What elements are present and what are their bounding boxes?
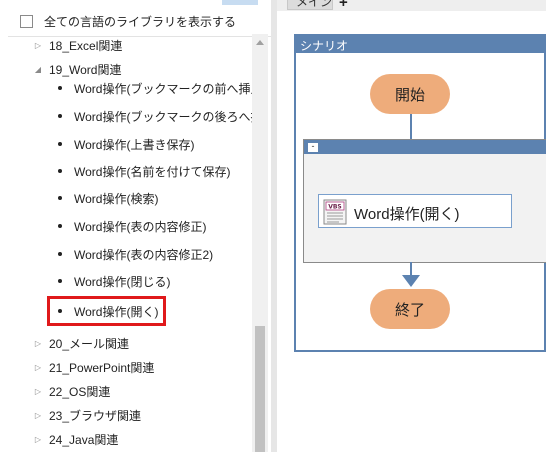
tree-item-label: Word操作(表の内容修正2) — [74, 247, 214, 262]
show-all-languages-checkbox[interactable] — [20, 14, 33, 28]
vbs-script-icon: VBS — [323, 199, 347, 225]
tree-folder-label: 21_PowerPoint関連 — [49, 360, 155, 375]
tree-folder-os[interactable]: ▷ 22_OS関連 — [0, 381, 252, 401]
bullet-icon — [58, 114, 62, 118]
tab-main[interactable]: メイン — [287, 0, 333, 10]
library-tree: ▷ 18_Excel関連 ◢ 19_Word関連 Word操作(ブックマークの前… — [0, 34, 252, 452]
chevron-down-icon[interactable]: ◢ — [33, 64, 43, 74]
scenario-title: シナリオ — [300, 39, 349, 53]
chevron-right-icon[interactable]: ▷ — [33, 386, 43, 396]
scrollbar-thumb[interactable] — [255, 326, 265, 452]
collapse-button[interactable]: - — [307, 142, 319, 153]
tree-item-label: Word操作(閉じる) — [74, 274, 171, 289]
arrow-down-icon — [402, 275, 420, 287]
chevron-right-icon[interactable]: ▷ — [33, 40, 43, 50]
tree-folder-browser[interactable]: ▷ 23_ブラウザ関連 — [0, 405, 252, 425]
bullet-icon — [58, 279, 62, 283]
chevron-right-icon[interactable]: ▷ — [33, 434, 43, 444]
tree-folder-java[interactable]: ▷ 24_Java関連 — [0, 429, 252, 449]
start-node[interactable]: 開始 — [370, 74, 450, 114]
library-scrollbar[interactable] — [252, 34, 268, 452]
tree-folder-label: 20_メール関連 — [49, 336, 130, 351]
tree-folder-excel[interactable]: ▷ 18_Excel関連 — [0, 35, 252, 55]
vbs-icon-text: VBS — [328, 204, 342, 211]
scenario-header: シナリオ — [296, 36, 544, 53]
end-node[interactable]: 終了 — [370, 289, 450, 329]
tree-item-label: Word操作(表の内容修正) — [74, 219, 207, 234]
toolbar-button[interactable] — [222, 0, 258, 5]
scenario-frame: シナリオ 開始 - VBS Word操作(開く) 終了 — [294, 34, 546, 352]
show-all-languages-label: 全ての言語のライブラリを表示する — [44, 14, 237, 29]
tree-item-label: Word操作(名前を付けて保存) — [74, 164, 231, 179]
bullet-icon — [58, 224, 62, 228]
library-toolbar — [0, 0, 271, 6]
bullet-icon — [58, 252, 62, 256]
tree-item-word-insert-before-bookmark[interactable]: Word操作(ブックマークの前へ挿入) — [0, 78, 252, 98]
library-panel: 全ての言語のライブラリを表示する ▷ 18_Excel関連 ◢ 19_Word関… — [0, 0, 271, 452]
tree-item-word-insert-after-bookmark[interactable]: Word操作(ブックマークの後ろへ挿入) — [0, 106, 252, 126]
tree-item-label: Word操作(上書き保存) — [74, 137, 195, 152]
bullet-icon — [58, 142, 62, 146]
tree-item-word-table-edit-2[interactable]: Word操作(表の内容修正2) — [0, 244, 252, 264]
tree-item-label: Word操作(検索) — [74, 191, 159, 206]
tree-folder-powerpoint[interactable]: ▷ 21_PowerPoint関連 — [0, 357, 252, 377]
tree-folder-label: 23_ブラウザ関連 — [49, 408, 142, 423]
action-node-word-open[interactable]: VBS Word操作(開く) — [318, 194, 512, 228]
tree-folder-word[interactable]: ◢ 19_Word関連 — [0, 59, 252, 79]
action-node-label: Word操作(開く) — [354, 206, 460, 223]
tree-item-label: Word操作(ブックマークの前へ挿入) — [74, 81, 252, 96]
chevron-right-icon[interactable]: ▷ — [33, 338, 43, 348]
tree-item-word-save-as[interactable]: Word操作(名前を付けて保存) — [0, 161, 252, 181]
action-group[interactable]: - VBS Word操作(開く) — [303, 139, 546, 263]
action-group-header: - — [304, 140, 546, 154]
tree-item-label: Word操作(ブックマークの後ろへ挿入) — [74, 109, 252, 124]
flow-connector — [410, 114, 412, 139]
bullet-icon — [58, 196, 62, 200]
tab-strip: メイン + — [277, 0, 546, 11]
tree-item-word-search[interactable]: Word操作(検索) — [0, 188, 252, 208]
selection-highlight — [47, 296, 166, 326]
chevron-right-icon[interactable]: ▷ — [33, 410, 43, 420]
chevron-right-icon[interactable]: ▷ — [33, 362, 43, 372]
tree-item-word-save[interactable]: Word操作(上書き保存) — [0, 134, 252, 154]
tree-folder-label: 19_Word関連 — [49, 62, 122, 77]
bullet-icon — [58, 86, 62, 90]
show-all-languages-row[interactable]: 全ての言語のライブラリを表示する — [0, 8, 271, 34]
designer-area: メイン + シナリオ 開始 - VBS Word操作(開く) 終了 — [277, 0, 546, 452]
tree-folder-label: 22_OS関連 — [49, 384, 111, 399]
tree-folder-label: 18_Excel関連 — [49, 38, 123, 53]
tree-item-word-table-edit[interactable]: Word操作(表の内容修正) — [0, 216, 252, 236]
add-tab-button[interactable]: + — [339, 0, 348, 10]
tree-folder-mail[interactable]: ▷ 20_メール関連 — [0, 333, 252, 353]
bullet-icon — [58, 169, 62, 173]
scroll-up-arrow-icon[interactable] — [256, 40, 264, 45]
tree-folder-label: 24_Java関連 — [49, 432, 119, 447]
tab-main-label: メイン — [296, 0, 333, 9]
flow-connector — [410, 262, 412, 275]
tree-item-word-close[interactable]: Word操作(閉じる) — [0, 271, 252, 291]
